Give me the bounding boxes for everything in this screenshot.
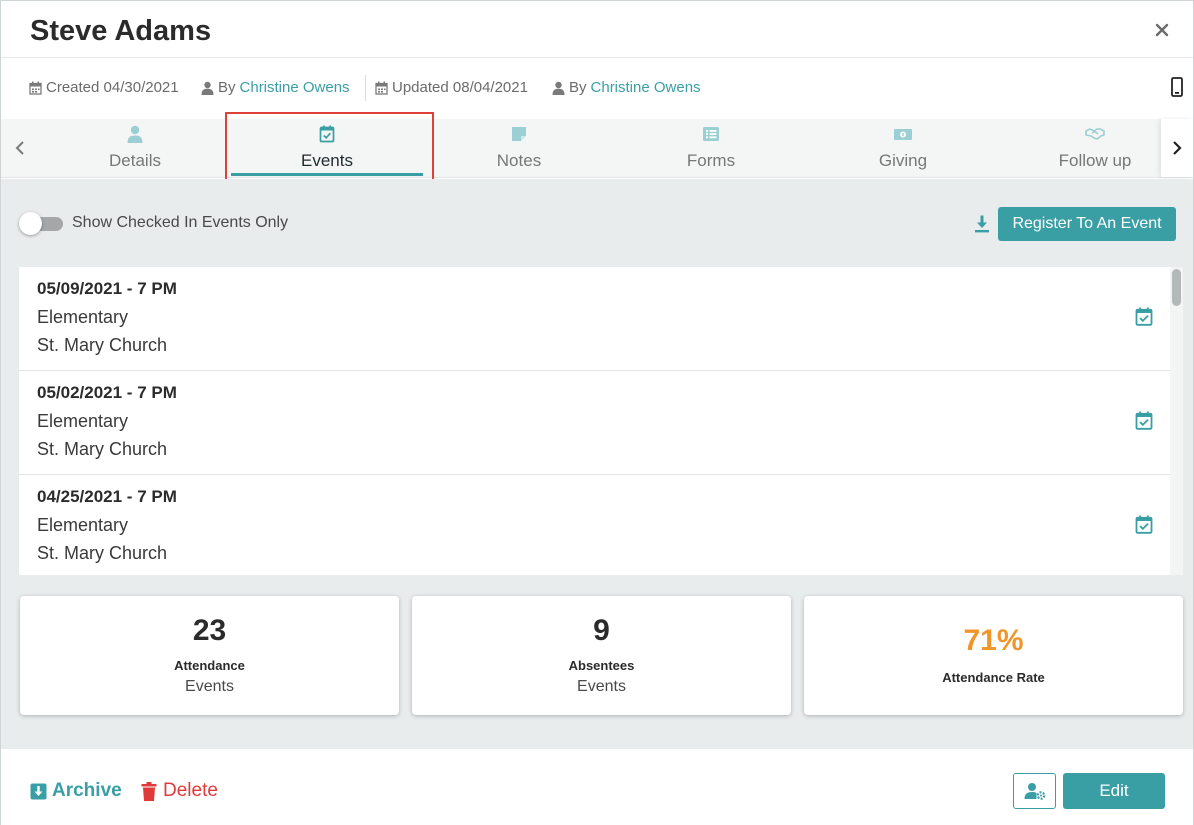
attendance-count: 23 <box>192 614 227 647</box>
attendance-rate-card: 71% Attendance Rate <box>804 596 1183 715</box>
created-info: Created 04/30/2021 <box>29 79 179 96</box>
tab-label: Giving <box>878 151 928 170</box>
updated-by-info: By Christine Owens <box>552 79 701 96</box>
events-list: 05/09/2021 - 7 PM Elementary St. Mary Ch… <box>19 267 1183 575</box>
close-icon[interactable] <box>1152 20 1172 40</box>
attendance-rate-label: Attendance Rate <box>942 670 1045 685</box>
page-title: Steve Adams <box>30 15 212 47</box>
calendar-check-icon[interactable] <box>1135 515 1153 534</box>
list-item[interactable]: 04/25/2021 - 7 PM Elementary St. Mary Ch… <box>19 475 1170 575</box>
attendance-label: Attendance <box>174 658 245 673</box>
calendar-check-icon[interactable] <box>1135 307 1153 326</box>
user-icon <box>201 81 214 95</box>
events-panel: Show Checked In Events Only Register To … <box>1 179 1193 749</box>
archive-icon <box>30 783 47 799</box>
tab-label: Notes <box>496 151 542 170</box>
absentees-card: 9 Absentees Events <box>412 596 791 715</box>
person-icon <box>127 125 143 143</box>
chevron-right-icon <box>1173 141 1182 155</box>
edit-button[interactable]: Edit <box>1063 773 1165 809</box>
user-settings-button[interactable] <box>1013 773 1056 809</box>
calendar-check-icon <box>319 125 335 143</box>
updated-info: Updated 08/04/2021 <box>375 79 528 96</box>
register-event-button[interactable]: Register To An Event <box>998 207 1176 241</box>
handshake-icon <box>1085 128 1105 140</box>
calendar-icon <box>375 81 388 95</box>
archive-button[interactable]: Archive <box>30 780 122 802</box>
event-location: St. Mary Church <box>37 439 168 459</box>
created-by-info: By Christine Owens <box>201 79 350 96</box>
delete-label: Delete <box>163 780 218 801</box>
mobile-icon[interactable] <box>1170 77 1184 97</box>
meta-row: Created 04/30/2021 By Christine Owens Up… <box>1 59 1193 119</box>
event-date: 05/09/2021 - 7 PM <box>37 279 177 298</box>
event-date: 04/25/2021 - 7 PM <box>37 487 177 506</box>
tab-bar: Details Events Notes Forms Giving Follow… <box>1 119 1193 178</box>
attendance-sublabel: Events <box>185 678 234 695</box>
tab-label: Events <box>301 151 353 170</box>
list-scrollbar[interactable] <box>1170 267 1183 575</box>
created-label: Created 04/30/2021 <box>46 79 179 96</box>
event-location: St. Mary Church <box>37 335 168 355</box>
created-by-link[interactable]: Christine Owens <box>240 79 350 96</box>
absentees-count: 9 <box>593 614 610 647</box>
attendance-rate-value: 71% <box>963 624 1024 657</box>
updated-by-prefix: By <box>569 79 587 96</box>
dialog-footer: Archive Delete Edit <box>1 749 1193 825</box>
download-icon[interactable] <box>974 215 990 233</box>
money-icon <box>894 129 912 140</box>
checked-in-toggle[interactable] <box>19 212 63 235</box>
tab-scroll-left[interactable] <box>1 119 39 177</box>
absentees-sublabel: Events <box>577 678 626 695</box>
toggle-label: Show Checked In Events Only <box>72 214 289 231</box>
calendar-icon <box>29 81 42 95</box>
event-group: Elementary <box>37 515 129 535</box>
delete-button[interactable]: Delete <box>141 780 218 802</box>
archive-label: Archive <box>52 780 122 801</box>
user-gear-icon <box>1024 783 1045 800</box>
absentees-label: Absentees <box>568 658 635 673</box>
tab-notes[interactable]: Notes <box>423 119 615 177</box>
event-location: St. Mary Church <box>37 543 168 563</box>
tab-details[interactable]: Details <box>39 119 231 177</box>
user-icon <box>552 81 565 95</box>
list-icon <box>703 127 719 141</box>
scrollbar-thumb[interactable] <box>1172 269 1181 306</box>
list-item[interactable]: 05/02/2021 - 7 PM Elementary St. Mary Ch… <box>19 371 1170 475</box>
tab-label: Forms <box>686 151 736 170</box>
dialog-header: Steve Adams <box>1 1 1193 58</box>
calendar-check-icon[interactable] <box>1135 411 1153 430</box>
meta-divider <box>365 75 366 101</box>
event-group: Elementary <box>37 307 129 327</box>
list-item[interactable]: 05/09/2021 - 7 PM Elementary St. Mary Ch… <box>19 267 1170 371</box>
created-by-prefix: By <box>218 79 236 96</box>
tab-forms[interactable]: Forms <box>615 119 807 177</box>
event-date: 05/02/2021 - 7 PM <box>37 383 177 402</box>
person-dialog: Steve Adams Created 04/30/2021 By Christ <box>0 0 1194 825</box>
tab-label: Details <box>109 151 161 170</box>
updated-label: Updated 08/04/2021 <box>392 79 528 96</box>
event-group: Elementary <box>37 411 129 431</box>
attendance-card: 23 Attendance Events <box>20 596 399 715</box>
toggle-knob <box>19 212 42 235</box>
updated-by-link[interactable]: Christine Owens <box>591 79 701 96</box>
tab-giving[interactable]: Giving <box>807 119 999 177</box>
note-icon <box>512 127 526 141</box>
chevron-left-icon <box>15 141 24 155</box>
active-tab-indicator <box>231 173 423 176</box>
trash-icon <box>141 781 157 801</box>
tab-scroll-right[interactable] <box>1161 119 1193 177</box>
tab-events[interactable]: Events <box>231 119 423 177</box>
